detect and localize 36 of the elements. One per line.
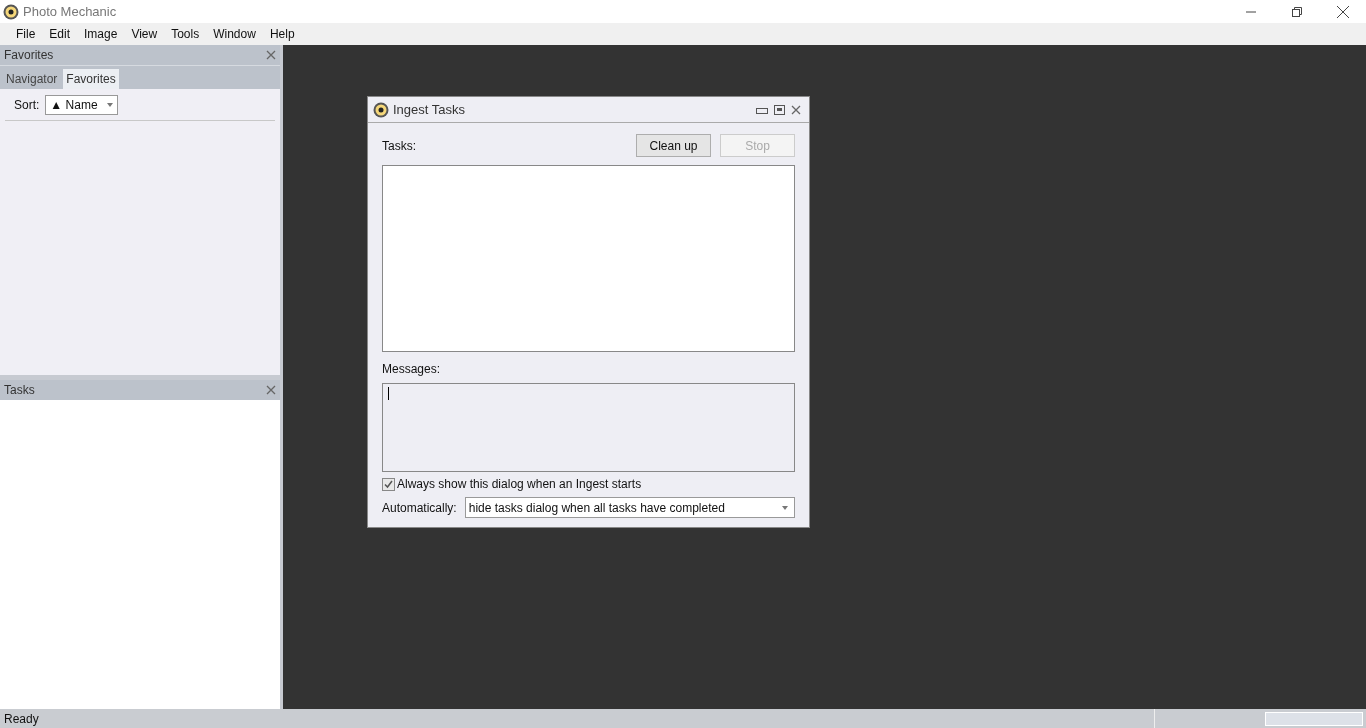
restore-icon xyxy=(1292,6,1302,17)
dialog-button[interactable]: Clean up xyxy=(636,134,711,157)
sort-label: Sort: xyxy=(14,97,40,114)
window-title: Photo Mechanic xyxy=(23,2,117,21)
menu-item[interactable]: File xyxy=(9,25,43,43)
caret-icon xyxy=(782,505,788,510)
panel-tab[interactable]: Navigator xyxy=(3,69,61,89)
automatically-dropdown[interactable]: hide tasks dialog when all tasks have completed xyxy=(464,497,795,518)
panel-tab[interactable]: Favorites xyxy=(63,69,119,89)
panel-title: Tasks xyxy=(4,382,35,399)
menu-item[interactable]: Edit xyxy=(42,25,78,43)
menu-item[interactable]: View xyxy=(124,25,165,43)
app-logo-icon xyxy=(3,3,19,20)
messages-label: Messages: xyxy=(382,361,442,378)
status-text: Ready xyxy=(4,710,40,728)
minimize-icon[interactable] xyxy=(756,105,768,114)
menu-item[interactable]: Image xyxy=(77,25,125,43)
menu-item[interactable]: Tools xyxy=(164,25,207,43)
maximize-icon[interactable] xyxy=(774,104,785,115)
menu-item[interactable]: Help xyxy=(262,25,302,43)
caret-icon xyxy=(107,103,114,107)
panel-title: Favorites xyxy=(4,47,54,64)
tasks-label: Tasks: xyxy=(382,137,416,155)
close-icon[interactable] xyxy=(266,385,276,395)
automatically-label: Automatically: xyxy=(382,499,457,517)
menu-item[interactable]: Window xyxy=(206,25,263,43)
close-icon xyxy=(1337,5,1349,18)
dialog-title: Ingest Tasks xyxy=(393,100,466,119)
app-logo-icon xyxy=(373,101,389,118)
sort-dropdown[interactable]: ▲ Name xyxy=(45,95,119,115)
text-cursor xyxy=(388,387,389,400)
close-icon[interactable] xyxy=(266,50,276,60)
checkbox-label: Always show this dialog when an Ingest starts xyxy=(397,476,642,493)
close-icon[interactable] xyxy=(791,104,801,115)
checkbox[interactable] xyxy=(382,477,395,491)
messages-field[interactable] xyxy=(382,383,795,472)
